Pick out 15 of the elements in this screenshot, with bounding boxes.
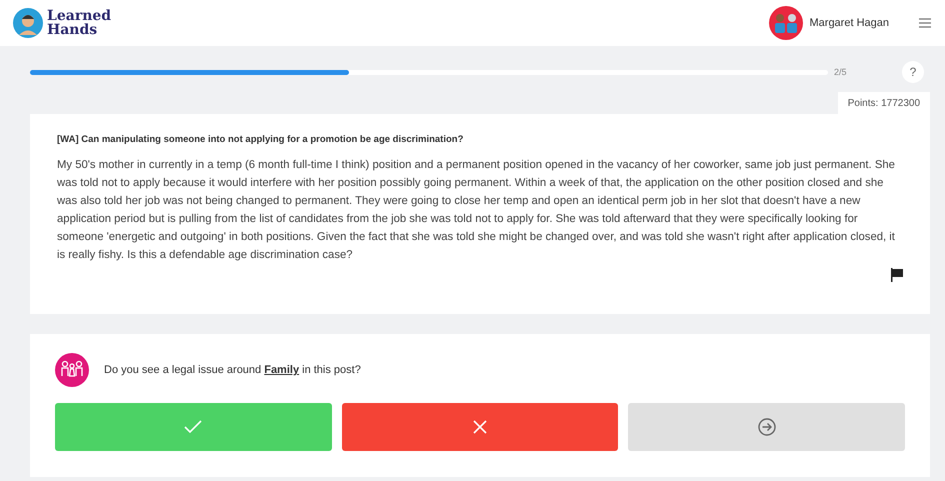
check-icon <box>183 418 204 436</box>
post-body: My 50's mother in currently in a temp (6 month full-time I think) position and a permanent position opened in the vacancy of her coworker, same job just permanent. She was told not to apply because it would interfere with her position possibly going permanent. Within a week of that, the application on the other position closed and she was also told her job was not being changed to permanent. They were going to close her temp and open an identical perm job in her slot that doesn't have a new application period but is pulling from the list of candidates from the job she was told not to apply for. She was told afterward that they were specifically looking for someone 'energetic and outgoing' in both positions. Given the fact that she was told she might be changed over, and was told she wasn't right after application closed, it is really fishy. Is this a defendable age discrimination case? <box>57 158 896 263</box>
help-button[interactable]: ? <box>902 61 924 83</box>
logo-text[interactable]: Learned Hands <box>47 9 137 37</box>
menu-icon[interactable] <box>919 18 931 28</box>
family-icon <box>55 353 89 387</box>
step-counter: 2/5 <box>834 67 848 77</box>
avatar-icon[interactable] <box>768 6 802 40</box>
user-name[interactable]: Margaret Hagan <box>810 17 889 29</box>
question-text: Do you see a legal issue around Family in this post? <box>104 364 361 376</box>
avatar-icon <box>13 8 43 38</box>
flag-icon[interactable] <box>890 268 904 282</box>
post-title: [WA] Can manipulating someone into not applying for a promotion be age discrimination? <box>57 134 464 145</box>
arrow-circle-icon <box>756 418 777 436</box>
points-label: Points: 1772300 <box>838 92 930 114</box>
